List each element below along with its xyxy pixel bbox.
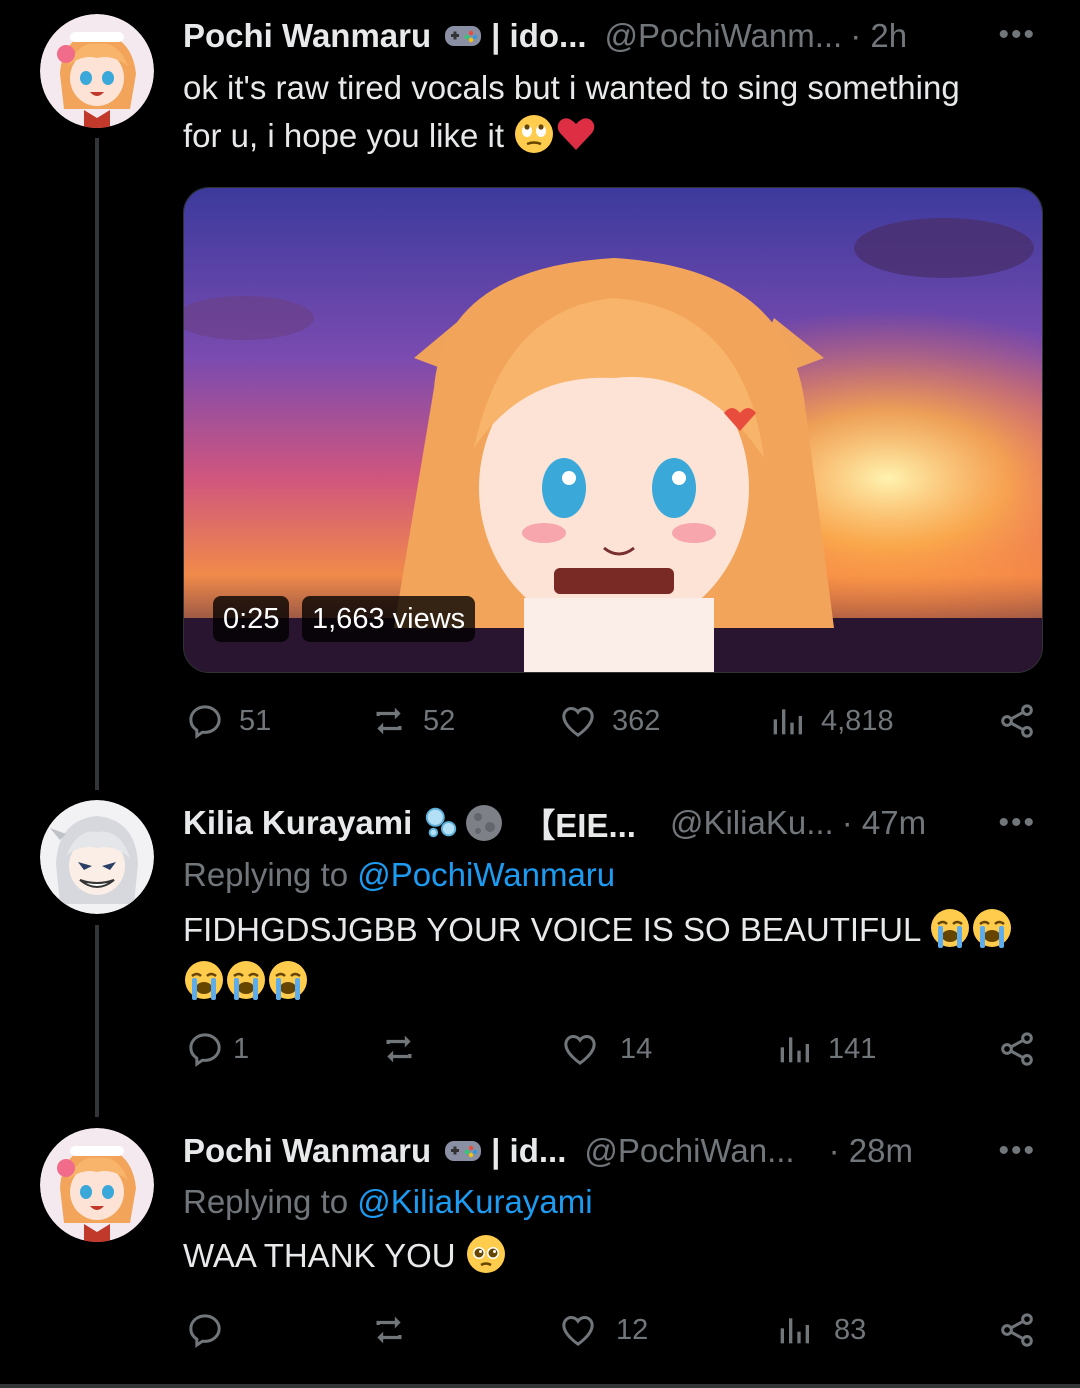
tweet-header: Kilia Kurayami 【EIE... @KiliaKu... · 47m [183,801,926,845]
like-button[interactable]: 14 [560,1029,652,1069]
thread-line [95,925,99,1117]
more-options-icon[interactable]: ••• [998,1134,1036,1168]
repost-icon [376,707,402,735]
gamepad-icon [445,26,482,46]
heart-icon [562,706,594,737]
replying-to-label: Replying to [183,856,349,893]
share-icon [1001,704,1033,738]
name-suffix: 【EIE... [522,807,636,844]
name-suffix: | id... [491,1132,567,1169]
views-button[interactable]: 83 [774,1310,866,1350]
replying-to: Replying to @KiliaKurayami [183,1183,593,1221]
avatar[interactable] [40,800,154,914]
reply-button[interactable]: 1 [185,1029,249,1069]
name-suffix: | ido... [491,17,587,54]
share-icon [1001,1313,1033,1347]
bubbles-emoji-icon [426,807,457,838]
share-button[interactable] [997,1029,1037,1069]
repost-count: 52 [423,704,456,737]
reply-icon [189,1033,221,1067]
avatar[interactable] [40,14,154,128]
like-count: 14 [620,1032,653,1065]
views-button[interactable]: 4,818 [767,701,894,741]
loudly-crying-emoji-icon [227,961,265,1000]
tweet-actions: 1 14 141 [183,1029,1043,1073]
analytics-icon [773,709,802,735]
view-count: 141 [828,1032,877,1065]
more-options-icon[interactable]: ••• [998,806,1036,840]
tweet-text-line: for u, i hope you like it [183,112,1043,160]
reply-count: 51 [239,704,272,737]
replying-to-handle[interactable]: @PochiWanmaru [357,856,615,893]
views-button[interactable]: 141 [774,1029,876,1069]
thread-line [95,138,99,790]
user-handle[interactable]: @PochiWan... [584,1132,794,1170]
tweet-actions: 51 52 362 4,818 [183,701,1043,745]
video-duration-badge: 0:25 [213,596,290,642]
reply-icon [189,1314,221,1348]
like-count: 12 [616,1313,649,1346]
reply-button[interactable] [185,1310,239,1350]
tweet-text: ok it's raw tired vocals but i wanted to… [183,64,1043,160]
timestamp[interactable]: · 28m [829,1132,913,1170]
pleading-face-emoji-icon [466,1235,505,1273]
replying-to-handle[interactable]: @KiliaKurayami [357,1183,592,1220]
repost-button[interactable]: 52 [369,701,455,741]
tweet-text-fragment: WAA THANK YOU [183,1237,456,1274]
loudly-crying-emoji-icon [931,909,970,948]
red-heart-emoji-icon [557,118,595,150]
loudly-crying-emoji-icon [185,961,223,1000]
share-icon [1001,1032,1033,1066]
share-button[interactable] [997,701,1037,741]
tweet-header: Pochi Wanmaru | ido... @PochiWanm... · 2… [183,14,907,58]
like-button[interactable]: 362 [558,701,660,741]
avatar[interactable] [40,1128,154,1242]
timestamp[interactable]: · 2h [850,17,907,55]
loudly-crying-emoji-icon [973,909,1012,948]
repost-icon [386,1035,412,1063]
reply-icon [189,705,221,739]
like-button[interactable]: 12 [558,1310,648,1350]
view-count: 4,818 [821,704,894,737]
rolling-eyes-emoji-icon [515,115,554,153]
user-handle[interactable]: @PochiWanm... [605,17,843,55]
timestamp[interactable]: · 47m [842,804,926,842]
display-name[interactable]: Pochi Wanmaru [183,17,431,55]
heart-icon [564,1034,596,1065]
divider [0,1384,1080,1388]
user-handle[interactable]: @KiliaKu... [670,804,834,842]
analytics-icon [780,1318,809,1344]
analytics-icon [780,1037,809,1063]
tweet-text: WAA THANK YOU [183,1232,1043,1280]
moon-emoji-icon [466,805,503,841]
loudly-crying-emoji-icon [269,961,307,1000]
replying-to: Replying to @PochiWanmaru [183,856,615,894]
display-name[interactable]: Pochi Wanmaru [183,1132,431,1170]
tweet-text-line: ok it's raw tired vocals but i wanted to… [183,69,960,106]
gamepad-icon [445,1141,482,1161]
reply-button[interactable]: 51 [185,701,271,741]
repost-button[interactable] [379,1029,433,1069]
repost-icon [376,1316,402,1344]
like-count: 362 [612,704,661,737]
tweet-text-fragment: for u, i hope you like it [183,117,505,154]
more-options-icon[interactable]: ••• [998,18,1036,52]
tweet-text: FIDHGDSJGBB YOUR VOICE IS SO BEAUTIFUL [183,904,1043,1008]
video-views-badge: 1,663 views [302,596,476,642]
repost-button[interactable] [369,1310,423,1350]
tweet-header: Pochi Wanmaru | id... @PochiWan... · 28m [183,1129,913,1173]
heart-icon [562,1315,594,1346]
display-name[interactable]: Kilia Kurayami [183,804,412,842]
share-button[interactable] [997,1310,1037,1350]
tweet-text-fragment: FIDHGDSJGBB YOUR VOICE IS SO BEAUTIFUL [183,911,921,948]
tweet-actions: 12 83 [183,1310,1043,1354]
view-count: 83 [834,1313,867,1346]
replying-to-label: Replying to [183,1183,349,1220]
reply-count: 1 [233,1032,250,1065]
